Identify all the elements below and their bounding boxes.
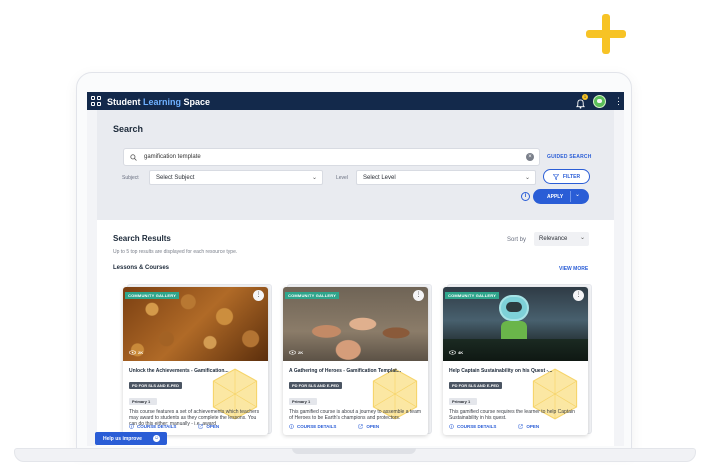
filter-button[interactable]: FILTER	[543, 169, 590, 184]
open-button[interactable]: OPEN	[518, 424, 539, 429]
kebab-menu-icon[interactable]: ⋮	[573, 290, 584, 301]
level-label: Level	[336, 175, 348, 181]
kebab-menu-icon[interactable]: ⋮	[413, 290, 424, 301]
subject-label: Subject	[122, 175, 139, 181]
course-details-button[interactable]: COURSE DETAILS	[129, 424, 176, 429]
apply-label: APPLY	[547, 193, 564, 200]
view-count: 2K	[289, 350, 303, 355]
card-thumbnail: COMMUNITY GALLERY ⋮ 2K	[283, 287, 428, 361]
open-button[interactable]: OPEN	[198, 424, 219, 429]
course-details-button[interactable]: COURSE DETAILS	[449, 424, 496, 429]
results-subtitle: Up to 5 top results are displayed for ea…	[113, 249, 238, 255]
views-number: 2K	[138, 350, 144, 355]
card-thumbnail: COMMUNITY GALLERY ⋮ 2K	[123, 287, 268, 361]
open-label: OPEN	[526, 423, 540, 429]
search-input[interactable]: gamification template ×	[123, 148, 540, 166]
card-title[interactable]: Unlock the Achievements - Gamification..…	[129, 368, 262, 374]
screen-content: Search gamification template × GUIDED SE…	[87, 92, 624, 446]
feedback-icon: ☺	[153, 435, 160, 442]
view-count: 2K	[129, 350, 143, 355]
clear-icon[interactable]: ×	[526, 153, 534, 161]
view-count: 4K	[449, 350, 463, 355]
level-value: Select Level	[363, 174, 396, 181]
course-card[interactable]: COMMUNITY GALLERY ⋮ 2K Unlock the Achiev…	[123, 287, 268, 435]
chevron-down-icon: ⌄	[579, 235, 585, 241]
open-external-icon	[359, 423, 364, 428]
info-circle-icon	[289, 423, 294, 429]
pd-tag: PD FOR SLS AND E-PED	[289, 382, 342, 389]
kebab-menu-icon[interactable]: ⋮	[253, 290, 264, 301]
open-external-icon	[519, 423, 524, 428]
filter-label: FILTER	[562, 173, 581, 180]
search-title: Search	[113, 124, 144, 134]
search-icon	[130, 153, 137, 161]
open-label: OPEN	[366, 423, 380, 429]
help-improve-button[interactable]: Help us improve ☺	[95, 432, 167, 445]
course-card[interactable]: COMMUNITY GALLERY ⋮ 4K Help Captain Sust…	[443, 287, 588, 435]
eye-icon	[449, 350, 456, 355]
subject-select[interactable]: Select Subject ⌄	[149, 170, 323, 185]
gallery-tag: COMMUNITY GALLERY	[445, 292, 500, 299]
gallery-tag: COMMUNITY GALLERY	[125, 292, 180, 299]
views-number: 2K	[298, 350, 304, 355]
sort-select[interactable]: Relevance ⌄	[534, 232, 589, 246]
filter-icon	[552, 173, 559, 180]
gallery-tag: COMMUNITY GALLERY	[285, 292, 340, 299]
card-thumbnail: COMMUNITY GALLERY ⋮ 4K	[443, 287, 588, 361]
forest-silhouette	[443, 339, 588, 361]
card-title[interactable]: Help Captain Sustainability on his Quest…	[449, 368, 582, 374]
results-title: Search Results	[113, 234, 171, 243]
help-improve-label: Help us improve	[103, 435, 142, 442]
section-label: Lessons & Courses	[113, 265, 170, 271]
card-actions: COURSE DETAILS OPEN	[449, 421, 582, 431]
views-number: 4K	[458, 350, 464, 355]
sort-label: Sort by	[507, 237, 527, 243]
search-query: gamification template	[144, 154, 201, 160]
course-card[interactable]: COMMUNITY GALLERY ⋮ 2K A Gathering of He…	[283, 287, 428, 435]
eye-icon	[129, 350, 136, 355]
level-tag: Primary 1	[129, 398, 157, 405]
course-details-button[interactable]: COURSE DETAILS	[289, 424, 336, 429]
view-more-link[interactable]: VIEW MORE	[559, 266, 588, 272]
course-details-label: COURSE DETAILS	[457, 423, 497, 429]
apply-divider	[570, 191, 571, 202]
open-label: OPEN	[206, 423, 220, 429]
level-select[interactable]: Select Level ⌄	[356, 170, 536, 185]
page-stage: Student Learning Space 1 ⋮ Search gamifi…	[0, 0, 709, 465]
level-tag: Primary 1	[289, 398, 317, 405]
subject-value: Select Subject	[156, 174, 195, 181]
level-tag: Primary 1	[449, 398, 477, 405]
apply-button[interactable]: APPLY ⌄	[533, 189, 589, 204]
card-body: A Gathering of Heroes - Gamification Tem…	[283, 361, 428, 428]
pd-tag: PD FOR SLS AND E-PED	[449, 382, 502, 389]
card-body: Unlock the Achievements - Gamification..…	[123, 361, 268, 428]
card-title[interactable]: A Gathering of Heroes - Gamification Tem…	[289, 368, 422, 374]
chevron-down-icon: ⌄	[311, 175, 317, 181]
card-actions: COURSE DETAILS OPEN	[289, 421, 422, 431]
guided-search-link[interactable]: GUIDED SEARCH	[547, 154, 592, 160]
open-external-icon	[199, 423, 204, 428]
course-details-label: COURSE DETAILS	[297, 423, 337, 429]
info-icon[interactable]: i	[521, 192, 530, 201]
pd-tag: PD FOR SLS AND E-PED	[129, 382, 182, 389]
course-details-label: COURSE DETAILS	[137, 423, 177, 429]
open-button[interactable]: OPEN	[358, 424, 379, 429]
card-actions: COURSE DETAILS OPEN	[129, 421, 262, 431]
eye-icon	[289, 350, 296, 355]
decorative-plus-icon	[586, 14, 626, 54]
robot-face	[506, 302, 522, 312]
chevron-down-icon: ⌄	[524, 175, 530, 181]
card-body: Help Captain Sustainability on his Quest…	[443, 361, 588, 428]
laptop-notch	[292, 448, 416, 454]
chevron-down-icon[interactable]: ⌄	[575, 191, 580, 198]
sort-value: Relevance	[539, 236, 568, 242]
info-circle-icon	[129, 423, 134, 429]
info-circle-icon	[449, 423, 454, 429]
